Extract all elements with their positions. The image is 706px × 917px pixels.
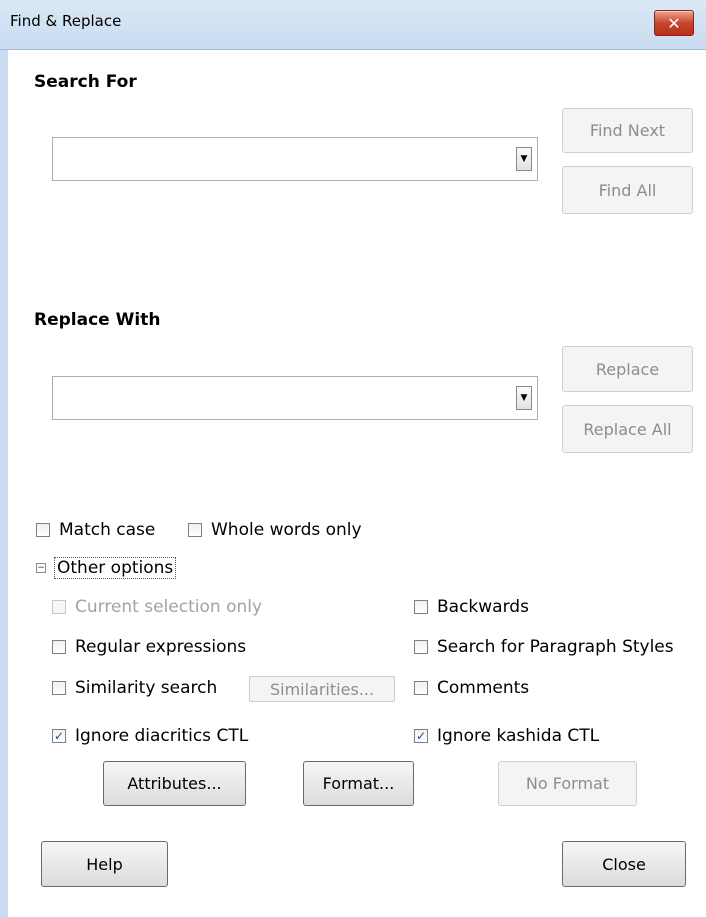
window-frame xyxy=(0,50,8,917)
ignore-kashida-label: Ignore kashida CTL xyxy=(437,726,600,746)
replace-button[interactable]: Replace xyxy=(562,346,693,392)
ignore-kashida-checkbox[interactable]: ✓ Ignore kashida CTL xyxy=(414,726,599,746)
current-selection-checkbox[interactable]: Current selection only xyxy=(52,597,262,617)
checkbox-icon xyxy=(52,640,66,654)
chevron-down-icon: ▼ xyxy=(520,393,528,403)
window-close-button[interactable]: ✕ xyxy=(654,10,694,36)
window-title: Find & Replace xyxy=(10,12,122,30)
replace-dropdown-button[interactable]: ▼ xyxy=(516,386,532,410)
ignore-diacritics-label: Ignore diacritics CTL xyxy=(75,726,249,746)
attributes-button[interactable]: Attributes... xyxy=(103,761,246,806)
other-options-label: Other options xyxy=(54,557,177,579)
checkbox-icon xyxy=(414,681,428,695)
whole-words-checkbox[interactable]: Whole words only xyxy=(188,520,362,540)
checkbox-icon xyxy=(414,600,428,614)
whole-words-label: Whole words only xyxy=(211,520,362,540)
chevron-down-icon: ▼ xyxy=(520,154,528,164)
backwards-checkbox[interactable]: Backwards xyxy=(414,597,529,617)
match-case-label: Match case xyxy=(59,520,156,540)
close-icon: ✕ xyxy=(667,13,681,33)
checkbox-checked-icon: ✓ xyxy=(414,729,428,743)
close-button[interactable]: Close xyxy=(562,841,686,887)
checkbox-icon xyxy=(188,523,202,537)
comments-checkbox[interactable]: Comments xyxy=(414,678,529,698)
search-combobox[interactable]: ▼ xyxy=(52,137,538,181)
backwards-label: Backwards xyxy=(437,597,529,617)
current-selection-label: Current selection only xyxy=(75,597,263,617)
format-button[interactable]: Format... xyxy=(303,761,414,806)
no-format-button[interactable]: No Format xyxy=(498,761,637,806)
checkbox-icon xyxy=(36,523,50,537)
replace-with-label: Replace With xyxy=(34,310,161,330)
find-next-button[interactable]: Find Next xyxy=(562,108,693,153)
search-dropdown-button[interactable]: ▼ xyxy=(516,147,532,171)
match-case-checkbox[interactable]: Match case xyxy=(36,520,155,540)
regex-checkbox[interactable]: Regular expressions xyxy=(52,637,246,657)
replace-combobox[interactable]: ▼ xyxy=(52,376,538,420)
similarities-button[interactable]: Similarities... xyxy=(249,676,395,702)
similarity-label: Similarity search xyxy=(75,678,218,698)
checkbox-icon xyxy=(52,681,66,695)
find-all-button[interactable]: Find All xyxy=(562,166,693,214)
paragraph-styles-checkbox[interactable]: Search for Paragraph Styles xyxy=(414,637,674,657)
checkbox-icon xyxy=(414,640,428,654)
paragraph-styles-label: Search for Paragraph Styles xyxy=(437,637,674,657)
search-for-label: Search For xyxy=(34,72,137,92)
similarity-checkbox[interactable]: Similarity search xyxy=(52,678,217,698)
replace-all-button[interactable]: Replace All xyxy=(562,405,693,453)
collapse-icon: − xyxy=(36,562,46,573)
comments-label: Comments xyxy=(437,678,530,698)
title-bar: Find & Replace ✕ xyxy=(0,0,706,50)
checkbox-icon xyxy=(52,600,66,614)
other-options-expander[interactable]: − Other options xyxy=(36,557,177,579)
help-button[interactable]: Help xyxy=(41,841,168,887)
checkbox-checked-icon: ✓ xyxy=(52,729,66,743)
ignore-diacritics-checkbox[interactable]: ✓ Ignore diacritics CTL xyxy=(52,726,248,746)
regex-label: Regular expressions xyxy=(75,637,247,657)
